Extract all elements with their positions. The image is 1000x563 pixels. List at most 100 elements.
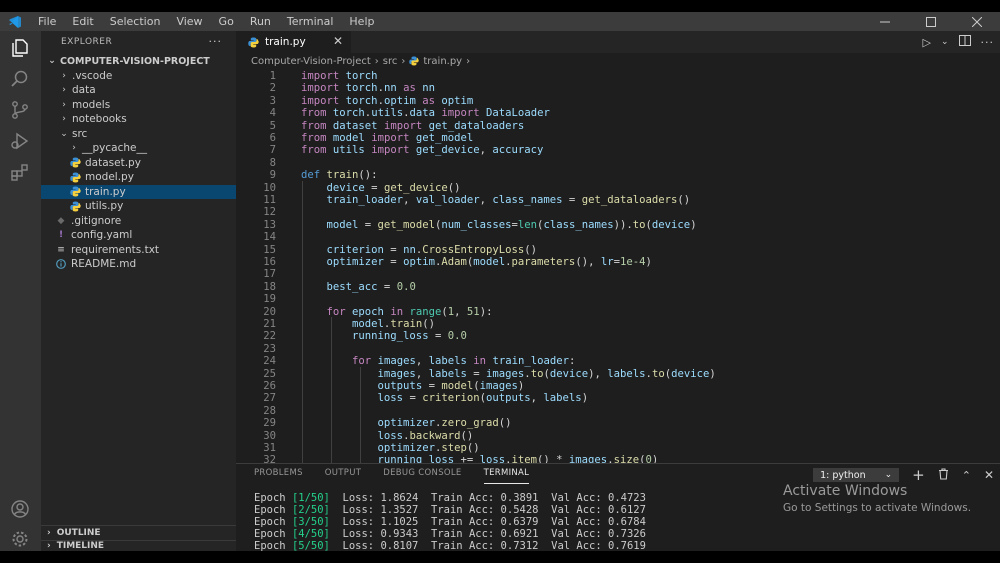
code-line[interactable]: 8 <box>236 157 1000 169</box>
line-number: 27 <box>263 392 276 405</box>
tab-problems[interactable]: PROBLEMS <box>254 468 303 484</box>
code-line[interactable]: 23 <box>236 343 1000 355</box>
menu-run[interactable]: Run <box>242 12 279 31</box>
code-line[interactable]: 29 optimizer.zero_grad() <box>236 417 1000 429</box>
file-tree: ⌄ COMPUTER-VISION-PROJECT › .vscode › da… <box>41 54 236 272</box>
code-line[interactable]: 2 import torch.nn as nn <box>236 82 1000 94</box>
code-line[interactable]: 11 train_loader, val_loader, class_names… <box>236 194 1000 206</box>
new-terminal-icon[interactable]: + <box>912 466 925 484</box>
run-file-icon[interactable]: ▷ <box>922 36 930 49</box>
project-root[interactable]: ⌄ COMPUTER-VISION-PROJECT <box>41 54 236 69</box>
tree-file-config[interactable]: ! config.yaml <box>41 228 236 243</box>
terminal-select[interactable]: 1: python ⌄ <box>813 468 900 482</box>
menu-file[interactable]: File <box>30 12 64 31</box>
code-line[interactable]: 6 from model import get_model <box>236 132 1000 144</box>
line-number: 21 <box>263 318 276 330</box>
vscode-logo-icon <box>0 12 30 31</box>
tab-terminal[interactable]: TERMINAL <box>483 468 530 484</box>
menu-terminal[interactable]: Terminal <box>279 12 342 31</box>
maximize-button[interactable] <box>908 12 954 31</box>
tree-folder-src[interactable]: ⌄ src <box>41 127 236 142</box>
gear-icon[interactable] <box>8 527 32 551</box>
close-window-button[interactable] <box>954 12 1000 31</box>
tree-folder-vscode[interactable]: › .vscode <box>41 69 236 84</box>
account-icon[interactable] <box>8 497 32 521</box>
code-line[interactable]: 22 running_loss = 0.0 <box>236 330 1000 342</box>
code-line[interactable]: 10 device = get_device() <box>236 182 1000 194</box>
tab-output[interactable]: OUTPUT <box>325 468 361 484</box>
code-line[interactable]: 1 import torch <box>236 70 1000 82</box>
code-line[interactable]: 9 def train(): <box>236 169 1000 181</box>
code-line[interactable]: 26 outputs = model(images) <box>236 380 1000 392</box>
trash-icon[interactable] <box>938 467 949 483</box>
code-text: optimizer = optim.Adam(model.parameters(… <box>326 256 652 268</box>
tab-debug-console[interactable]: DEBUG CONSOLE <box>383 468 461 484</box>
breadcrumb-item[interactable]: Computer-Vision-Project <box>251 56 371 67</box>
code-editor[interactable]: 1 import torch 2 import torch.nn as nn 3 impo… <box>236 69 1000 463</box>
breadcrumb-item[interactable]: train.py <box>423 56 462 67</box>
code-line[interactable]: 5 from dataset import get_dataloaders <box>236 120 1000 132</box>
code-line[interactable]: 32 running_loss += loss.item() * images.… <box>236 454 1000 463</box>
menu-edit[interactable]: Edit <box>64 12 101 31</box>
line-number: 3 <box>269 94 276 107</box>
split-editor-icon[interactable] <box>958 35 971 49</box>
code-line[interactable]: 18 best_acc = 0.0 <box>236 281 1000 293</box>
minimize-button[interactable] <box>862 12 908 31</box>
extensions-icon[interactable] <box>8 160 32 184</box>
code-line[interactable]: 31 optimizer.step() <box>236 442 1000 454</box>
code-line[interactable]: 12 <box>236 206 1000 218</box>
timeline-section[interactable]: › TIMELINE <box>41 540 236 551</box>
tree-folder-pycache[interactable]: › __pycache__ <box>41 141 236 156</box>
code-line[interactable]: 4 from torch.utils.data import DataLoader <box>236 107 1000 119</box>
code-line[interactable]: 13 model = get_model(num_classes=len(cla… <box>236 219 1000 231</box>
tree-folder-data[interactable]: › data <box>41 83 236 98</box>
menu-go[interactable]: Go <box>211 12 242 31</box>
tree-item-label: model.py <box>85 171 134 184</box>
tree-file-model[interactable]: model.py <box>41 170 236 185</box>
line-number: 14 <box>263 231 276 244</box>
code-line[interactable]: 24 for images, labels in train_loader: <box>236 355 1000 367</box>
menu-selection[interactable]: Selection <box>102 12 169 31</box>
close-panel-icon[interactable]: ✕ <box>984 468 994 482</box>
breadcrumb-item[interactable]: src <box>383 56 398 67</box>
maximize-panel-icon[interactable]: ⌃ <box>962 469 971 482</box>
code-line[interactable]: 30 loss.backward() <box>236 430 1000 442</box>
tab-train-py[interactable]: train.py ✕ <box>236 31 351 53</box>
tree-file-gitignore[interactable]: ◆ .gitignore <box>41 214 236 229</box>
code-line[interactable]: 21 model.train() <box>236 318 1000 330</box>
run-dropdown-icon[interactable]: ⌄ <box>941 37 949 47</box>
code-text: running_loss = 0.0 <box>352 330 467 343</box>
tree-file-requirements[interactable]: ≡ requirements.txt <box>41 243 236 258</box>
outline-section[interactable]: › OUTLINE <box>41 525 236 540</box>
run-debug-icon[interactable] <box>8 129 32 153</box>
menu-view[interactable]: View <box>168 12 210 31</box>
line-number: 5 <box>269 119 276 132</box>
code-line[interactable]: 27 loss = criterion(outputs, labels) <box>236 392 1000 404</box>
more-actions-icon[interactable]: ··· <box>209 35 223 48</box>
python-file-icon <box>69 200 81 212</box>
code-line[interactable]: 14 <box>236 231 1000 243</box>
code-line[interactable]: 20 for epoch in range(1, 51): <box>236 306 1000 318</box>
tree-file-dataset[interactable]: dataset.py <box>41 156 236 171</box>
explorer-icon[interactable] <box>8 36 32 60</box>
source-control-icon[interactable] <box>8 98 32 122</box>
code-line[interactable]: 7 from utils import get_device, accuracy <box>236 144 1000 156</box>
tree-file-utils[interactable]: utils.py <box>41 199 236 214</box>
tree-file-train[interactable]: train.py <box>41 184 236 199</box>
more-actions-icon[interactable]: ··· <box>981 36 995 49</box>
maximize-icon <box>926 16 936 27</box>
code-line[interactable]: 16 optimizer = optim.Adam(model.paramete… <box>236 256 1000 268</box>
search-icon[interactable] <box>8 67 32 91</box>
code-line[interactable]: 15 criterion = nn.CrossEntropyLoss() <box>236 244 1000 256</box>
code-text: model.train() <box>352 318 435 330</box>
tree-folder-notebooks[interactable]: › notebooks <box>41 112 236 127</box>
code-line[interactable]: 28 <box>236 405 1000 417</box>
tree-folder-models[interactable]: › models <box>41 98 236 113</box>
tree-file-readme[interactable]: README.md <box>41 257 236 272</box>
menu-help[interactable]: Help <box>341 12 382 31</box>
code-line[interactable]: 19 <box>236 293 1000 305</box>
code-line[interactable]: 17 <box>236 268 1000 280</box>
code-line[interactable]: 25 images, labels = images.to(device), l… <box>236 368 1000 380</box>
code-line[interactable]: 3 import torch.optim as optim <box>236 95 1000 107</box>
tab-close-icon[interactable]: ✕ <box>333 34 343 48</box>
